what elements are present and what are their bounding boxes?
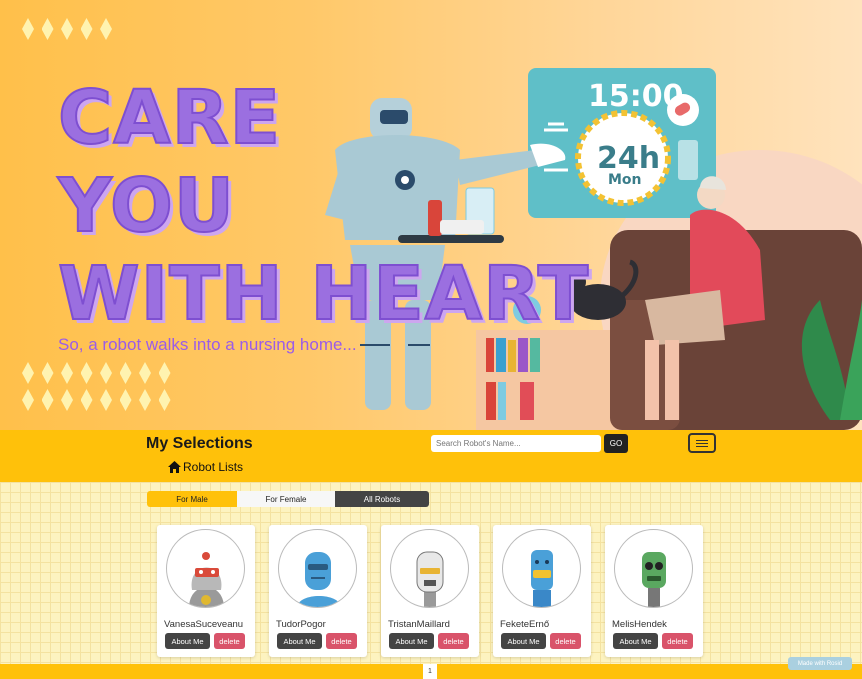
robot-card: MelisHendek About Me delete [605, 525, 703, 657]
about-me-button[interactable]: About Me [389, 633, 434, 649]
robot-name: TudorPogor [276, 619, 326, 630]
delete-button[interactable]: delete [214, 633, 245, 649]
menu-toggle-button[interactable] [688, 433, 716, 453]
search-input[interactable] [431, 435, 601, 452]
robot-avatar [166, 529, 245, 608]
hero-title-line-1: CARE [57, 74, 282, 162]
robot-name: MelisHendek [612, 619, 667, 630]
robot-name: FeketeErnő [500, 619, 550, 630]
clock-label-main: 24h [597, 141, 660, 176]
about-me-button[interactable]: About Me [165, 633, 210, 649]
robot-avatar [614, 529, 693, 608]
tab-for-male[interactable]: For Male [147, 491, 237, 507]
robot-avatar [278, 529, 357, 608]
hero-title: CARE YOU WITH HEART [57, 74, 590, 338]
hero-subtitle: So, a robot walks into a nursing home... [58, 335, 357, 354]
delete-button[interactable]: delete [550, 633, 581, 649]
pagination-page-1[interactable]: 1 [423, 664, 437, 679]
delete-button[interactable]: delete [438, 633, 469, 649]
tab-all-robots[interactable]: All Robots [335, 491, 429, 507]
about-me-button[interactable]: About Me [613, 633, 658, 649]
delete-button[interactable]: delete [326, 633, 357, 649]
robot-avatar [502, 529, 581, 608]
robot-avatar [390, 529, 469, 608]
robot-card: TristanMaillard About Me delete [381, 525, 479, 657]
about-me-button[interactable]: About Me [501, 633, 546, 649]
brand-title[interactable]: My Selections [146, 435, 253, 453]
robot-lists-link[interactable]: Robot Lists [168, 460, 243, 474]
home-icon [168, 461, 181, 473]
hero-title-line-2: YOU [57, 162, 235, 250]
hero-title-line-3: WITH HEART [57, 250, 590, 338]
hero-banner: 15:00 24h Mon CARE YOU WITH HEART So, a … [0, 0, 862, 430]
go-button[interactable]: GO [604, 434, 628, 453]
robot-card-list: VanesaSuceveanu About Me delete TudorPog… [157, 525, 703, 657]
filter-tabs: For Male For Female All Robots [147, 491, 429, 507]
robot-card: TudorPogor About Me delete [269, 525, 367, 657]
robot-name: TristanMaillard [388, 619, 450, 630]
made-with-badge[interactable]: Made with Rosid [788, 657, 852, 670]
hamburger-icon [696, 439, 708, 441]
robot-card: FeketeErnő About Me delete [493, 525, 591, 657]
about-me-button[interactable]: About Me [277, 633, 322, 649]
robot-name: VanesaSuceveanu [164, 619, 244, 630]
clock-label-day: Mon [608, 172, 642, 188]
robot-card: VanesaSuceveanu About Me delete [157, 525, 255, 657]
tab-for-female[interactable]: For Female [237, 491, 335, 507]
delete-button[interactable]: delete [662, 633, 693, 649]
robot-lists-label: Robot Lists [183, 460, 244, 474]
navbar: My Selections Robot Lists GO [0, 430, 862, 482]
